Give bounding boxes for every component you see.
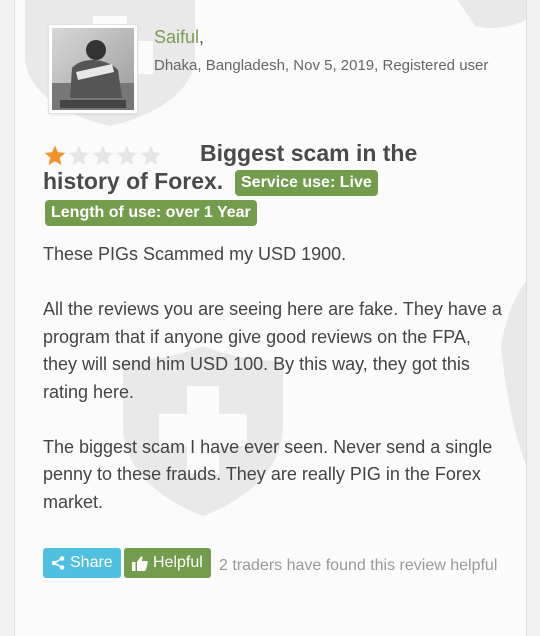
thumbs-up-icon xyxy=(132,555,148,571)
share-icon xyxy=(51,556,65,570)
star-empty-icon xyxy=(140,145,162,165)
shield-watermark-icon xyxy=(457,0,526,29)
avatar-frame[interactable] xyxy=(48,24,138,114)
review-paragraph: All the reviews you are seeing here are … xyxy=(43,299,502,402)
review-paragraph: The biggest scam I have ever seen. Never… xyxy=(43,436,493,512)
star-empty-icon xyxy=(68,145,90,165)
star-empty-icon xyxy=(92,145,114,165)
length-of-use-badge: Length of use: over 1 Year xyxy=(45,200,257,226)
review-title-line1: Biggest scam in the xyxy=(200,140,418,166)
review-body: These PIGs Scammed my USD 1900. All the … xyxy=(43,241,508,544)
star-empty-icon xyxy=(116,145,138,165)
share-label: Share xyxy=(70,554,113,571)
helpful-button[interactable]: Helpful xyxy=(124,548,211,578)
author-meta: Dhaka, Bangladesh, Nov 5, 2019, Register… xyxy=(154,57,489,74)
author-name-line: Saiful, xyxy=(154,27,205,47)
review-card: Saiful, Dhaka, Bangladesh, Nov 5, 2019, … xyxy=(14,0,527,636)
service-use-badge: Service use: Live xyxy=(235,170,378,196)
review-paragraph: These PIGs Scammed my USD 1900. xyxy=(43,244,347,264)
review-title-line2: history of Forex. xyxy=(43,168,224,194)
share-button[interactable]: Share xyxy=(43,548,121,578)
author-name-link[interactable]: Saiful xyxy=(154,27,199,47)
avatar[interactable] xyxy=(52,28,134,110)
helpful-label: Helpful xyxy=(153,554,203,571)
star-rating xyxy=(43,144,163,168)
star-filled-icon xyxy=(44,145,66,165)
